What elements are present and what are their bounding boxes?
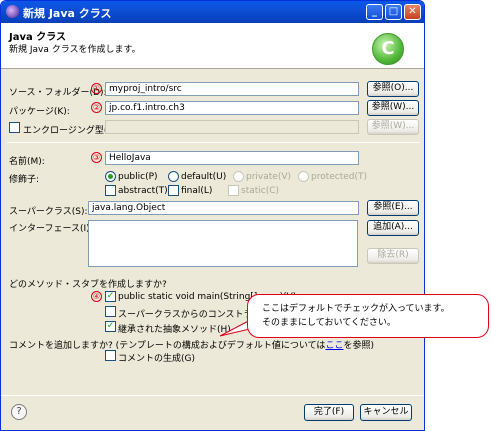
close-button[interactable]: ✕ <box>404 4 421 20</box>
annotation-callout: ここはデフォルトでチェックが入っています。 そのままにしておいてください。 <box>247 294 489 338</box>
finish-button[interactable]: 完了(F) <box>304 404 354 421</box>
default-label: default(U) <box>181 172 227 182</box>
remove-interface-button[interactable]: 除去(R) <box>367 248 419 264</box>
footer-separator <box>1 395 424 396</box>
stubs-question: どのメソッド・スタブを作成しますか? <box>9 280 167 290</box>
interfaces-label: インターフェース(I): <box>9 224 93 234</box>
dialog-header: Java クラス 新規 Java クラスを作成します。 C <box>1 23 424 69</box>
enclosing-type-browse-button[interactable]: 参照(W)... <box>367 119 419 135</box>
abstract-checkbox[interactable] <box>105 185 116 196</box>
package-input[interactable]: jp.co.f1.intro.ch3 <box>105 101 359 115</box>
static-label: static(C) <box>241 186 280 196</box>
comments-question-suffix: を参照) <box>343 341 374 351</box>
maximize-button[interactable]: □ <box>385 4 402 20</box>
interfaces-list[interactable] <box>88 220 358 267</box>
inherited-methods-label: 継承された抽象メソッド(H) <box>118 325 231 335</box>
comments-question-text: コメントを追加しますか? (テンプレートの構成およびデフォルト値については <box>9 341 326 351</box>
private-radio[interactable] <box>233 171 244 182</box>
superclass-label: スーパークラス(S): <box>9 207 88 217</box>
package-label: パッケージ(K): <box>9 107 70 117</box>
marker-1: ① <box>91 83 102 94</box>
class-name-input[interactable]: HelloJava <box>105 151 359 165</box>
enclosing-type-checkbox[interactable] <box>9 122 20 133</box>
generate-comments-label: コメントの生成(G) <box>118 354 195 364</box>
comments-template-link[interactable]: ここ <box>325 341 343 351</box>
source-folder-input[interactable]: myproj_intro/src <box>105 82 359 96</box>
final-checkbox[interactable] <box>168 185 179 196</box>
public-radio[interactable] <box>105 171 116 182</box>
modifiers-label: 修飾子: <box>9 175 40 185</box>
package-browse-button[interactable]: 参照(W)... <box>367 100 419 116</box>
enclosing-type-input[interactable] <box>105 120 359 134</box>
separator <box>7 142 420 143</box>
eclipse-icon <box>6 5 19 18</box>
new-java-class-dialog: 新規 Java クラス _ □ ✕ Java クラス 新規 Java クラスを作… <box>0 0 425 431</box>
marker-4: ④ <box>91 291 102 302</box>
comments-question: コメントを追加しますか? (テンプレートの構成およびデフォルト値についてはここを… <box>9 338 374 351</box>
window-title: 新規 Java クラス <box>23 7 112 20</box>
source-folder-browse-button[interactable]: 参照(O)... <box>367 81 419 97</box>
help-icon[interactable]: ? <box>11 404 27 420</box>
marker-2: ② <box>91 102 102 113</box>
generate-comments-checkbox[interactable] <box>105 350 116 361</box>
callout-line-1: ここはデフォルトでチェックが入っています。 <box>262 304 450 314</box>
static-checkbox[interactable] <box>228 185 239 196</box>
private-label: private(V) <box>246 172 291 182</box>
default-radio[interactable] <box>168 171 179 182</box>
marker-3: ③ <box>91 152 102 163</box>
protected-label: protected(T) <box>311 172 368 182</box>
logo-letter: C <box>381 38 395 59</box>
superclass-browse-button[interactable]: 参照(E)... <box>367 200 419 216</box>
java-class-logo-icon: C <box>372 33 404 65</box>
name-label: 名前(M): <box>9 157 45 167</box>
add-interface-button[interactable]: 追加(A)... <box>367 220 419 236</box>
callout-line-2: そのままにしておいてください。 <box>262 318 396 328</box>
superclass-input[interactable]: java.lang.Object <box>88 201 359 215</box>
constructors-checkbox[interactable] <box>105 306 116 317</box>
header-subtitle: 新規 Java クラスを作成します。 <box>9 45 141 55</box>
title-bar[interactable]: 新規 Java クラス _ □ ✕ <box>1 1 424 23</box>
main-method-checkbox[interactable]: ✓ <box>105 291 116 302</box>
inherited-methods-checkbox[interactable]: ✓ <box>105 321 116 332</box>
public-label: public(P) <box>118 172 158 182</box>
minimize-button[interactable]: _ <box>366 4 383 20</box>
cancel-button[interactable]: キャンセル <box>360 404 412 421</box>
protected-radio[interactable] <box>298 171 309 182</box>
final-label: final(L) <box>181 186 213 196</box>
abstract-label: abstract(T) <box>118 186 168 196</box>
header-title: Java クラス <box>9 32 67 43</box>
